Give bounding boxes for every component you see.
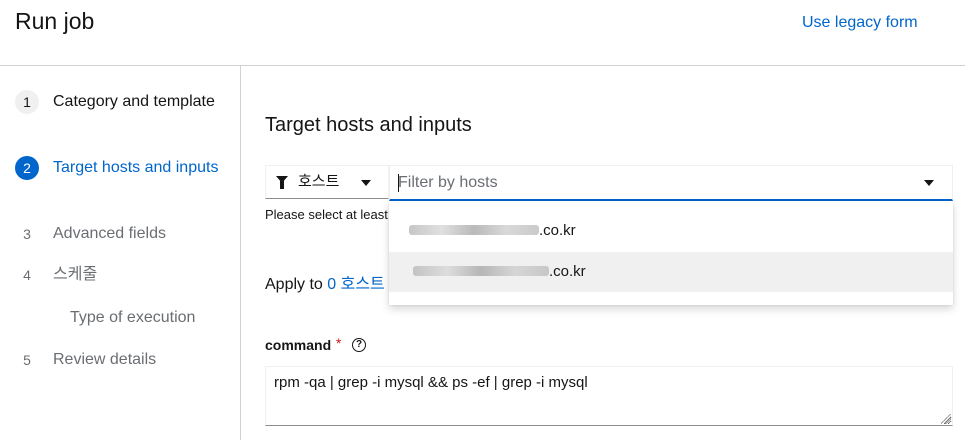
step-label: 스케줄 [53,266,98,283]
command-textarea[interactable]: rpm -qa | grep -i mysql && ps -ef | grep… [265,366,953,426]
wizard-step-advanced-fields[interactable]: 3 Advanced fields [0,222,240,246]
step-label: Advanced fields [53,225,166,242]
caret-down-icon[interactable] [924,180,934,186]
host-option-suffix: .co.kr [539,222,576,239]
section-title: Target hosts and inputs [265,114,472,136]
wizard-nav: 1 Category and template 2 Target hosts a… [0,66,241,440]
helper-text: Please select at least one host [265,207,389,222]
help-icon[interactable]: ? [352,338,366,352]
host-dropdown-menu: .co.kr .co.kr [389,201,953,305]
host-count-link[interactable]: 0 호스트 [327,276,385,293]
page-title: Run job [15,8,95,34]
text-cursor [398,174,399,192]
host-filter-typeahead[interactable] [389,165,953,201]
apply-to-summary: Apply to 0 호스트 [265,274,385,296]
wizard-step-review-details[interactable]: 5 Review details [0,348,240,372]
host-option-suffix: .co.kr [549,263,586,280]
wizard-substep-type-of-execution[interactable]: Type of execution [0,306,240,330]
step-label: Category and template [53,93,215,110]
required-mark: * [336,335,342,351]
caret-down-icon [361,180,371,186]
host-option[interactable]: .co.kr [389,211,953,251]
redacted-hostname [409,225,539,235]
step-number: 4 [23,267,31,283]
host-option[interactable]: .co.kr [389,252,953,292]
host-filter-input[interactable] [390,166,910,199]
filter-type-dropdown[interactable]: 호스트 [265,165,389,199]
step-number: 1 [15,90,39,114]
substep-label: Type of execution [70,309,196,326]
wizard-step-category[interactable]: 1 Category and template [0,90,240,138]
use-legacy-form-link[interactable]: Use legacy form [802,12,918,34]
step-number: 5 [23,352,31,368]
apply-to-prefix: Apply to [265,276,323,293]
command-label: command [265,337,332,353]
wizard-step-schedule[interactable]: 4 스케줄 [0,263,240,287]
filter-type-label: 호스트 [298,173,340,190]
wizard-main: Target hosts and inputs 호스트 Please selec… [241,66,965,440]
step-number: 2 [15,156,39,180]
filter-icon-stem [280,181,284,189]
step-label: Review details [53,351,157,368]
wizard-step-target-hosts[interactable]: 2 Target hosts and inputs [0,156,240,204]
resize-handle-icon[interactable] [941,414,951,424]
step-label: Target hosts and inputs [53,159,219,176]
redacted-hostname [413,266,549,276]
page-header: Run job Use legacy form [0,0,965,66]
step-number: 3 [23,226,31,242]
